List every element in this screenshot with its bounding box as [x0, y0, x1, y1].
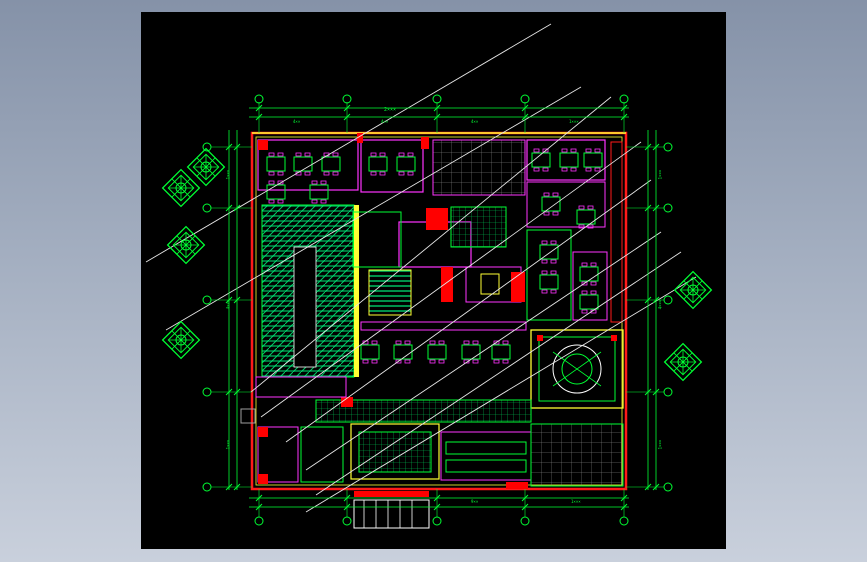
dimension-right-seg-2: 4×××	[657, 299, 663, 310]
grid-axis-bubble-icon	[663, 203, 673, 213]
central-core	[352, 139, 527, 364]
dimension-left-seg-1: 1×××	[225, 169, 231, 180]
grid-axis-bubble-icon	[663, 387, 673, 397]
dimension-right-seg-3: 1×××	[657, 439, 663, 450]
dimension-bottom-seg-2: 1×××	[571, 499, 581, 504]
right-rooms	[526, 139, 623, 323]
grid-axis-bubble-icon	[619, 516, 629, 526]
cad-drawing-viewport[interactable]: 2××× 4×× 4×× 4×× 1××× 9×× 1××× 1××× 4×××…	[141, 12, 726, 549]
grid-axis-bubble-icon	[202, 203, 212, 213]
grid-axis-bubble-icon	[202, 295, 212, 305]
dimension-top-seg-4: 1×××	[569, 119, 579, 124]
grid-axis-bubble-icon	[663, 142, 673, 152]
grid-axis-bubble-icon	[342, 516, 352, 526]
ornamental-tile-icon	[161, 168, 201, 208]
ornamental-tile-icon	[166, 225, 206, 265]
ornamental-tile-icon	[186, 147, 226, 187]
ornamental-tile-icon	[673, 270, 713, 310]
dimension-left-seg-3: 1×××	[225, 439, 231, 450]
grid-axis-bubble-icon	[342, 94, 352, 104]
grid-axis-bubble-icon	[619, 94, 629, 104]
grid-axis-bubble-icon	[520, 516, 530, 526]
grid-axis-bubble-icon	[663, 295, 673, 305]
entrance-steps	[353, 491, 430, 529]
grid-axis-bubble-icon	[432, 94, 442, 104]
grid-axis-bubble-icon	[254, 94, 264, 104]
staircase-hatch	[261, 204, 359, 378]
grid-axis-bubble-icon	[202, 387, 212, 397]
ornamental-tile-icon	[161, 320, 201, 360]
grid-axis-bubble-icon	[202, 482, 212, 492]
ornamental-tile-icon	[663, 342, 703, 382]
grid-axis-bubble-icon	[663, 482, 673, 492]
dimension-top-total: 2×××	[384, 107, 397, 113]
dimension-left-seg-2: 4×××	[225, 299, 231, 310]
dimension-bottom-seg-1: 9××	[471, 499, 479, 504]
dimension-top-seg-1: 4××	[293, 119, 301, 124]
grid-axis-bubble-icon	[254, 516, 264, 526]
grid-axis-bubble-icon	[520, 94, 530, 104]
dimension-top-seg-2: 4××	[381, 119, 389, 124]
top-left-rooms	[257, 133, 429, 204]
grid-axis-bubble-icon	[432, 516, 442, 526]
dimension-top-seg-3: 4××	[471, 119, 479, 124]
floor-plan-drawing	[145, 23, 713, 529]
dimension-right-seg-1: 1×××	[657, 169, 663, 180]
lobby-feature	[530, 329, 624, 409]
